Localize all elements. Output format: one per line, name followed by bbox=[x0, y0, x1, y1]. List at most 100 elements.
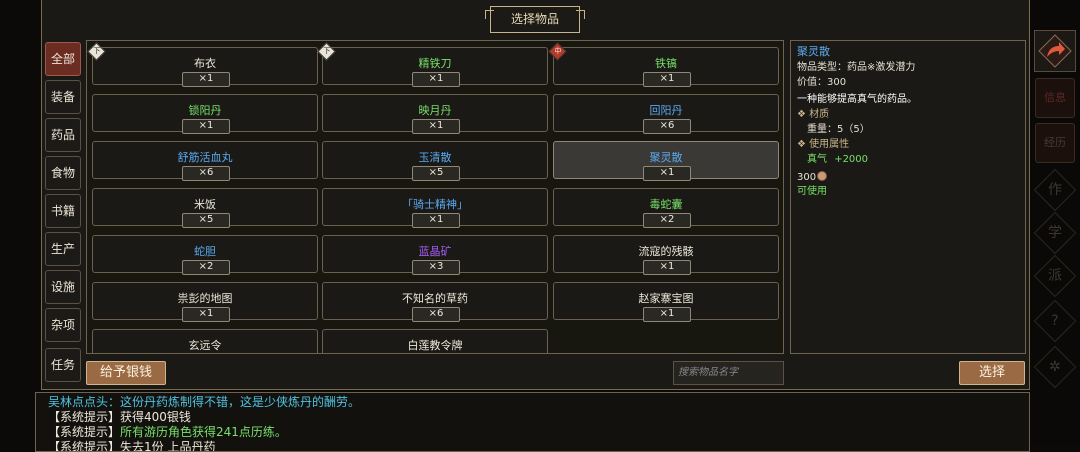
log-prefix: 【系统提示】 bbox=[48, 440, 121, 452]
detail-value: 价值：300 bbox=[797, 77, 847, 88]
diamond-bullet-icon: ❖ bbox=[797, 139, 806, 150]
item-name: 布衣 bbox=[194, 57, 216, 70]
grade-tag-label: 下 bbox=[323, 47, 331, 56]
tab-category-7[interactable]: 杂项 bbox=[45, 308, 81, 342]
price-value: 300 bbox=[797, 172, 817, 183]
item-name: 锁阳丹 bbox=[188, 104, 222, 117]
item-name: 舒筋活血丸 bbox=[177, 151, 233, 164]
item-slot[interactable]: 玄远令 bbox=[92, 329, 318, 353]
price-line: 300 bbox=[797, 171, 828, 184]
log-text: 失去1份 上品丹药 bbox=[120, 440, 216, 452]
use-stat-name: 真气 bbox=[807, 154, 827, 165]
item-quantity: ×1 bbox=[643, 166, 691, 181]
tab-category-3[interactable]: 食物 bbox=[45, 156, 81, 190]
search-input[interactable]: 搜索物品名字 bbox=[673, 361, 784, 385]
item-quantity: ×1 bbox=[412, 72, 460, 87]
item-slot[interactable]: 赵家寨宝图 ×1 bbox=[553, 282, 779, 322]
item-name: 米饭 bbox=[194, 198, 216, 211]
item-slot[interactable]: 流寇的残骸 ×1 bbox=[553, 235, 779, 275]
item-name: 映月丹 bbox=[418, 104, 452, 117]
coin-icon bbox=[817, 171, 828, 181]
message-log: 吴林点点头：这份丹药炼制得不错，这是少侠炼丹的酬劳。 【系统提示】获得400银钱【… bbox=[35, 392, 1030, 452]
item-slot[interactable]: 回阳丹 ×6 bbox=[553, 94, 779, 134]
detail-type: 物品类型：药品※激发潜力 bbox=[797, 62, 916, 73]
item-quantity: ×1 bbox=[182, 119, 230, 134]
log-line: 【系统提示】失去1份 上品丹药 bbox=[48, 440, 1029, 452]
item-slot[interactable]: 「骑士精神」 ×1 bbox=[322, 188, 548, 228]
tab-category-6[interactable]: 设施 bbox=[45, 270, 81, 304]
material-section: ❖ 材质 bbox=[797, 108, 829, 121]
item-slot[interactable]: 聚灵散 ×1 bbox=[553, 141, 779, 181]
use-stat-value: +2000 bbox=[834, 154, 869, 165]
item-quantity: ×6 bbox=[182, 166, 230, 181]
item-name: 精铁刀 bbox=[418, 57, 452, 70]
tab-category-8[interactable]: 任务 bbox=[45, 348, 81, 382]
tab-category-4[interactable]: 书籍 bbox=[45, 194, 81, 228]
item-slot[interactable]: 精铁刀 ×1 下 bbox=[317, 42, 548, 87]
item-name: 不知名的草药 bbox=[402, 292, 468, 305]
item-name: 白莲教令牌 bbox=[407, 339, 463, 352]
item-slot[interactable]: 毒蛇囊 ×2 bbox=[553, 188, 779, 228]
log-line: 【系统提示】所有游历角色获得241点历练。 bbox=[48, 425, 1029, 440]
give-money-button[interactable]: 给予银钱 bbox=[86, 361, 166, 385]
diamond-bullet-icon: ❖ bbox=[797, 109, 806, 120]
item-name: 聚灵散 bbox=[649, 151, 683, 164]
detail-description: 一种能够提高真气的药品。 bbox=[797, 94, 917, 105]
use-section: ❖ 使用属性 bbox=[797, 138, 849, 151]
item-quantity: ×1 bbox=[182, 72, 230, 87]
item-quantity: ×1 bbox=[643, 307, 691, 322]
item-name: 玉清散 bbox=[418, 151, 452, 164]
item-name: 蛇胆 bbox=[194, 245, 216, 258]
item-name: 玄远令 bbox=[188, 339, 222, 352]
item-name: 毒蛇囊 bbox=[649, 198, 683, 211]
item-slot[interactable]: 不知名的草药 ×6 bbox=[322, 282, 548, 322]
item-name: 祟彭的地图 bbox=[177, 292, 233, 305]
sidebar-history-button[interactable]: 经历 bbox=[1035, 123, 1075, 163]
item-quantity: ×5 bbox=[412, 166, 460, 181]
usable-status: 可使用 bbox=[797, 186, 827, 197]
sidebar-info-button[interactable]: 信息 bbox=[1035, 78, 1075, 118]
log-line: 吴林点点头：这份丹药炼制得不错，这是少侠炼丹的酬劳。 bbox=[48, 395, 1029, 410]
item-slot[interactable]: 锁阳丹 ×1 bbox=[92, 94, 318, 134]
item-slot[interactable]: 蓝晶矿 ×3 bbox=[322, 235, 548, 275]
item-quantity: ×2 bbox=[643, 213, 691, 228]
grade-tag-label: 中 bbox=[554, 47, 562, 56]
tab-category-0[interactable]: 全部 bbox=[45, 42, 81, 76]
sidebar-history-label: 经历 bbox=[1044, 136, 1066, 149]
sidebar-info-label: 信息 bbox=[1044, 91, 1066, 104]
item-slot[interactable]: 蛇胆 ×2 bbox=[92, 235, 318, 275]
log-text: 这份丹药炼制得不错，这是少侠炼丹的酬劳。 bbox=[120, 395, 361, 409]
item-slot[interactable]: 祟彭的地图 ×1 bbox=[92, 282, 318, 322]
item-name: 赵家寨宝图 bbox=[638, 292, 694, 305]
tab-category-5[interactable]: 生产 bbox=[45, 232, 81, 266]
log-prefix: 【系统提示】 bbox=[48, 425, 121, 439]
exit-button[interactable] bbox=[1034, 30, 1076, 72]
item-slot[interactable]: 布衣 ×1 下 bbox=[87, 42, 318, 87]
item-name: 流寇的残骸 bbox=[638, 245, 694, 258]
tab-category-2[interactable]: 药品 bbox=[45, 118, 81, 152]
item-name: 「骑士精神」 bbox=[402, 198, 468, 211]
detail-item-name: 聚灵散 bbox=[797, 45, 830, 58]
item-slot[interactable]: 铁镐 ×1 中 bbox=[548, 42, 779, 87]
grade-tag-label: 下 bbox=[93, 47, 101, 56]
item-grid[interactable]: 布衣 ×1 下精铁刀 ×1 下铁镐 ×1 中锁阳丹 ×1 映月丹 ×1 回阳丹 ×6 舒筋活血丸 ×6 玉清… bbox=[86, 40, 784, 354]
item-quantity: ×6 bbox=[412, 307, 460, 322]
select-button[interactable]: 选择 bbox=[959, 361, 1025, 385]
item-slot[interactable]: 白莲教令牌 bbox=[322, 329, 548, 353]
item-slot[interactable]: 玉清散 ×5 bbox=[322, 141, 548, 181]
item-quantity: ×1 bbox=[643, 72, 691, 87]
log-prefix: 吴林点点头： bbox=[48, 395, 121, 409]
use-header: 使用属性 bbox=[809, 139, 850, 150]
item-slot[interactable]: 舒筋活血丸 ×6 bbox=[92, 141, 318, 181]
item-quantity: ×2 bbox=[182, 260, 230, 275]
item-quantity: ×1 bbox=[643, 260, 691, 275]
exit-arrow-icon bbox=[1038, 34, 1072, 68]
item-quantity: ×6 bbox=[643, 119, 691, 134]
log-line: 【系统提示】获得400银钱 bbox=[48, 410, 1029, 425]
tab-category-1[interactable]: 装备 bbox=[45, 80, 81, 114]
item-quantity: ×1 bbox=[412, 213, 460, 228]
item-slot[interactable]: 映月丹 ×1 bbox=[322, 94, 548, 134]
log-prefix: 【系统提示】 bbox=[48, 410, 121, 424]
item-quantity: ×5 bbox=[182, 213, 230, 228]
item-slot[interactable]: 米饭 ×5 bbox=[92, 188, 318, 228]
